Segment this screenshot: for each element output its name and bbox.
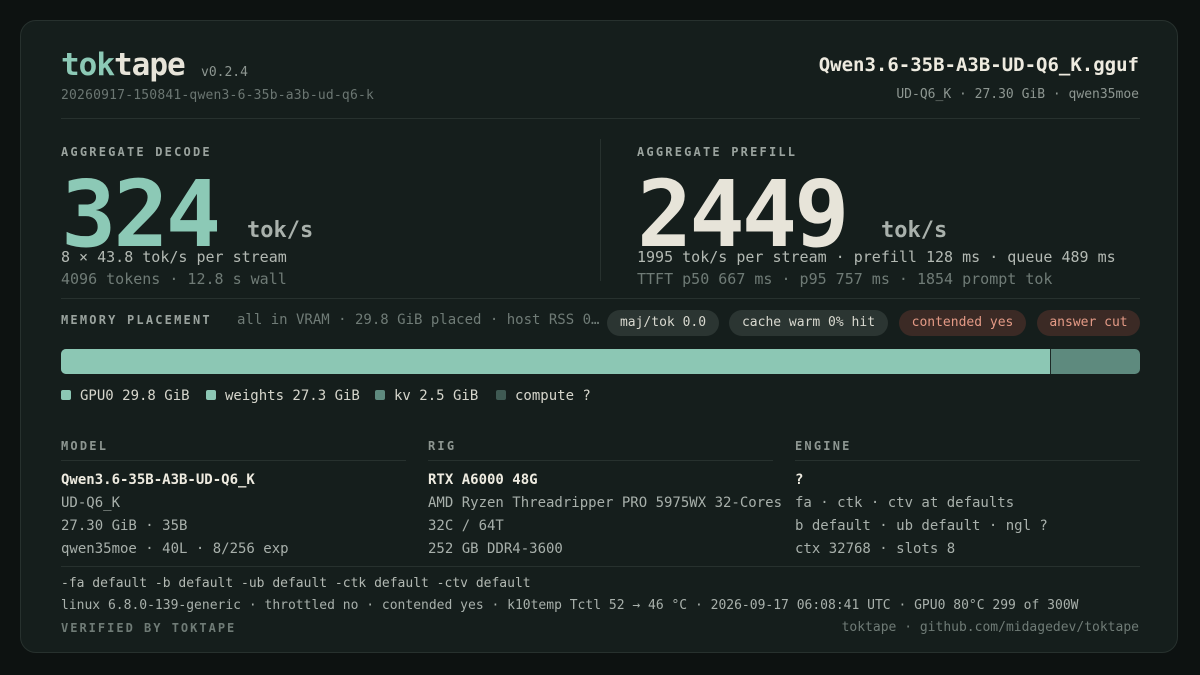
prefill-per-stream: 1995 tok/s per stream · prefill 128 ms ·…	[637, 248, 1116, 266]
rig-gpu: RTX A6000 48G	[428, 472, 538, 488]
memory-summary: all in VRAM · 29.8 GiB placed · host RSS…	[237, 312, 600, 328]
engine-column-rule	[795, 460, 1140, 461]
engine-attention: fa · ctk · ctv at defaults	[795, 495, 1015, 511]
model-column-title: MODEL	[61, 439, 109, 453]
prefill-label: AGGREGATE PREFILL	[637, 145, 798, 159]
rig-memory: 252 GB DDR4-3600	[428, 541, 563, 557]
decode-unit: tok/s	[247, 218, 314, 243]
legend-compute: compute ?	[496, 388, 591, 406]
legend-swatch	[375, 390, 385, 400]
model-size: 27.30 GiB · 35B	[61, 518, 188, 534]
legend-swatch	[61, 390, 71, 400]
pill-answer-cut: answer cut	[1037, 310, 1140, 336]
legend-kv: kv 2.5 GiB	[375, 388, 478, 406]
model-name: Qwen3.6-35B-A3B-UD-Q6_K	[61, 472, 255, 488]
version-label: v0.2.4	[201, 65, 248, 80]
legend-swatch	[206, 390, 216, 400]
pill-major-faults: maj/tok 0.0	[607, 310, 719, 336]
cli-flags: -fa default -b default -ub default -ctk …	[61, 576, 531, 591]
prefill-ttft: TTFT p50 667 ms · p95 757 ms · 1854 prom…	[637, 270, 1053, 288]
metrics-bottom-divider	[61, 298, 1140, 299]
decode-per-stream: 8 × 43.8 tok/s per stream	[61, 248, 287, 266]
pill-contended: contended yes	[899, 310, 1026, 336]
model-column-rule	[61, 460, 406, 461]
benchmark-card: toktape v0.2.4 20260917-150841-qwen3-6-3…	[20, 20, 1178, 653]
legend-gpu0: GPU0 29.8 GiB	[61, 388, 190, 406]
engine-context: ctx 32768 · slots 8	[795, 541, 956, 557]
model-meta: UD-Q6_K · 27.30 GiB · qwen35moe	[896, 87, 1139, 102]
verified-badge: VERIFIED BY TOKTAPE	[61, 621, 237, 635]
engine-column-title: ENGINE	[795, 439, 852, 453]
header-divider	[61, 118, 1140, 119]
memory-placement-bar	[61, 349, 1140, 374]
model-arch: qwen35moe · 40L · 8/256 exp	[61, 541, 289, 557]
brand-logo: toktape	[61, 47, 186, 83]
engine-name: ?	[795, 472, 804, 488]
legend-weights: weights 27.3 GiB	[206, 388, 360, 406]
system-info: linux 6.8.0-139-generic · throttled no ·…	[61, 598, 1079, 613]
rig-cpu: AMD Ryzen Threadripper PRO 5975WX 32-Cor…	[428, 495, 783, 511]
rig-column-title: RIG	[428, 439, 457, 453]
engine-batch: b default · ub default · ngl ?	[795, 518, 1048, 534]
prefill-unit: tok/s	[881, 218, 948, 243]
model-quant: UD-Q6_K	[61, 495, 121, 511]
model-file-name: Qwen3.6-35B-A3B-UD-Q6_K.gguf	[818, 54, 1139, 76]
memory-label: MEMORY PLACEMENT	[61, 313, 212, 327]
repo-link[interactable]: toktape · github.com/midagedev/toktape	[842, 620, 1139, 635]
rig-cores: 32C / 64T	[428, 518, 504, 534]
decode-tokens: 4096 tokens · 12.8 s wall	[61, 270, 287, 288]
decode-label: AGGREGATE DECODE	[61, 145, 212, 159]
memory-bar-fill	[61, 349, 1052, 374]
rig-column-rule	[428, 460, 773, 461]
footer-divider	[61, 566, 1140, 567]
run-id: 20260917-150841-qwen3-6-35b-a3b-ud-q6-k	[61, 88, 375, 103]
metrics-divider	[600, 139, 601, 281]
pill-cache-warm: cache warm 0% hit	[729, 310, 888, 336]
legend-swatch	[496, 390, 506, 400]
